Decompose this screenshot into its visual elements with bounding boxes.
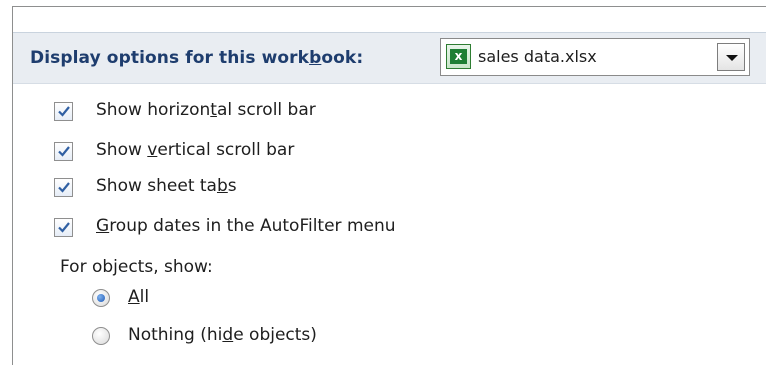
check-icon bbox=[58, 106, 70, 117]
all-label: All bbox=[128, 287, 150, 307]
dropdown-button[interactable] bbox=[717, 43, 745, 71]
workbook-select-value: sales data.xlsx bbox=[478, 47, 597, 66]
horizontal-scroll-checkbox[interactable] bbox=[54, 102, 73, 121]
check-icon bbox=[58, 182, 70, 193]
group-dates-checkbox[interactable] bbox=[54, 218, 73, 237]
horizontal-scroll-label: Show horizontal scroll bar bbox=[96, 100, 316, 120]
vertical-scroll-checkbox[interactable] bbox=[54, 142, 73, 161]
check-icon bbox=[58, 222, 70, 233]
vertical-scroll-label: Show vertical scroll bar bbox=[96, 140, 295, 160]
radio-selected-dot bbox=[97, 294, 105, 302]
group-dates-label: Group dates in the AutoFilter menu bbox=[96, 216, 396, 236]
sheet-tabs-checkbox[interactable] bbox=[54, 178, 73, 197]
excel-file-icon: x bbox=[446, 44, 471, 69]
workbook-select[interactable]: x sales data.xlsx bbox=[440, 38, 750, 76]
all-radio[interactable] bbox=[92, 289, 110, 307]
chevron-down-icon bbox=[726, 55, 738, 61]
display-options-label: Display options for this workbook: bbox=[30, 48, 364, 68]
nothing-label: Nothing (hide objects) bbox=[128, 325, 317, 345]
nothing-radio[interactable] bbox=[92, 327, 110, 345]
sheet-tabs-label: Show sheet tabs bbox=[96, 176, 237, 196]
for-objects-label: For objects, show: bbox=[60, 257, 213, 277]
check-icon bbox=[58, 146, 70, 157]
